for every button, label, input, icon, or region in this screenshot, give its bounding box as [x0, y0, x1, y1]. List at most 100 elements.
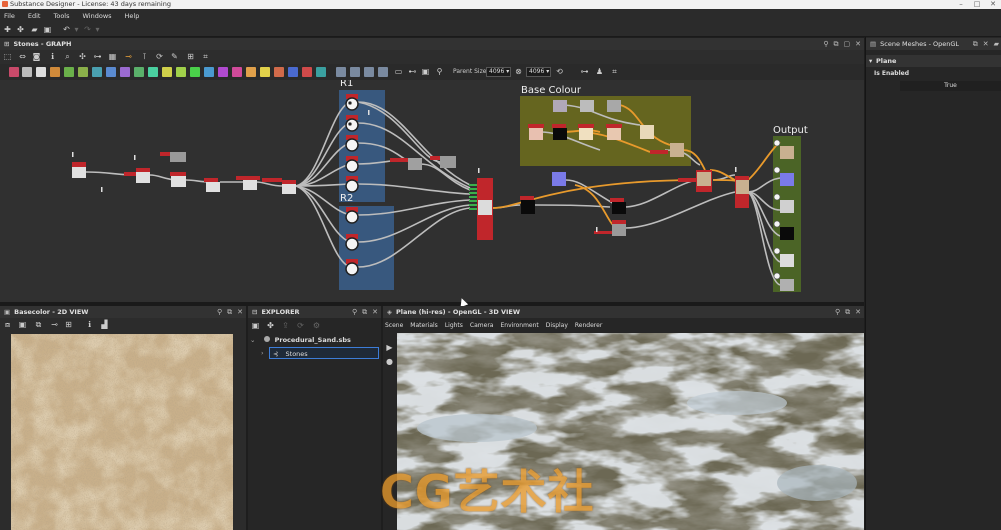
comment-bubble-icon[interactable]: ▭	[394, 67, 403, 77]
maximize-panel-icon[interactable]: ▢	[844, 40, 851, 48]
graph-canvas[interactable]: R1 R2 Base Colour Output	[0, 80, 864, 302]
menu-materials[interactable]: Materials	[410, 320, 438, 331]
atom-fxmap-icon[interactable]	[232, 67, 242, 77]
atom-blend-icon[interactable]	[78, 67, 88, 77]
refresh-icon[interactable]: ⟳	[155, 52, 164, 61]
atom-gradient-icon[interactable]	[162, 67, 172, 77]
hierarchy-icon[interactable]: ⊶	[93, 52, 102, 61]
close-panel-icon[interactable]: ✕	[855, 40, 861, 48]
close-window-icon[interactable]: ✕	[985, 0, 1001, 9]
node-graph-svg[interactable]: R1 R2 Base Colour Output	[0, 80, 864, 302]
menu-camera[interactable]: Camera	[470, 320, 494, 331]
menu-edit[interactable]: Edit	[28, 12, 41, 20]
input-slots[interactable]	[469, 184, 477, 210]
atom-curve-icon[interactable]	[134, 67, 144, 77]
atom-warp-icon[interactable]	[190, 67, 200, 77]
menu-lights[interactable]: Lights	[445, 320, 463, 331]
info-icon[interactable]: ℹ	[48, 52, 57, 61]
atom-frame-icon[interactable]	[316, 67, 326, 77]
slider-icon[interactable]: ⊷	[408, 67, 417, 77]
atom-pixel-processor-icon[interactable]	[246, 67, 256, 77]
open-folder-icon[interactable]: ▰	[30, 25, 39, 34]
redo-icon[interactable]: ↷	[83, 25, 92, 34]
frame-base-colour[interactable]	[520, 96, 691, 166]
output-size-select[interactable]: 4096 ▾	[526, 67, 551, 77]
menu-windows[interactable]: Windows	[83, 12, 112, 20]
atom-uniform-color-icon[interactable]	[64, 67, 74, 77]
explorer-close-icon[interactable]: ✕	[372, 308, 378, 316]
maximize-icon[interactable]: □	[969, 0, 985, 9]
save-icon[interactable]: ▣	[43, 25, 52, 34]
new-package-icon[interactable]: ✚	[3, 25, 12, 34]
view3d-close-icon[interactable]: ✕	[855, 308, 861, 316]
atom-text-icon[interactable]	[36, 67, 46, 77]
menu-file[interactable]: File	[4, 12, 15, 20]
new-graph-icon[interactable]: ✤	[16, 25, 25, 34]
atom-pin-icon[interactable]	[336, 67, 346, 77]
redo-dropdown-icon[interactable]: ▾	[93, 25, 102, 34]
atom-switch-icon[interactable]	[378, 67, 388, 77]
atom-graph-instance-icon[interactable]	[364, 67, 374, 77]
menu-scene[interactable]: Scene	[385, 320, 403, 331]
explorer-new-icon[interactable]: ▣	[251, 321, 260, 330]
pin-node-icon[interactable]: ⚲	[435, 67, 444, 77]
menu-environment[interactable]: Environment	[500, 320, 538, 331]
light-bulb-icon[interactable]: ●	[385, 357, 394, 366]
view2d-info-icon[interactable]: ℹ	[85, 320, 94, 329]
view2d-save-icon[interactable]: ▣	[18, 320, 27, 329]
atom-svg-icon[interactable]	[22, 67, 32, 77]
atom-normal-icon[interactable]	[204, 67, 214, 77]
undo-icon[interactable]: ↶	[62, 25, 71, 34]
frame-all-icon[interactable]: ⇔	[18, 52, 27, 61]
expand-arrow-icon[interactable]: ⌄	[250, 336, 255, 344]
align-icon[interactable]: ⊞	[186, 52, 195, 61]
pin-icon[interactable]: ⚲	[823, 40, 828, 48]
menu-tools[interactable]: Tools	[53, 12, 69, 20]
view2d-float-icon[interactable]: ⧉	[227, 308, 232, 317]
link-orange-icon[interactable]: ⊸	[124, 52, 133, 61]
explorer-add-icon[interactable]: ✤	[266, 321, 275, 330]
atom-blur-icon[interactable]	[92, 67, 102, 77]
menu-display[interactable]: Display	[546, 320, 568, 331]
camera-view-icon[interactable]: ▶	[385, 343, 394, 352]
node-preview-icon[interactable]: ▣	[421, 67, 430, 77]
graph-row-stones[interactable]: ⊰ Stones	[269, 347, 379, 359]
graph-settings-icon[interactable]: ⬚	[3, 52, 12, 61]
atom-comment-icon[interactable]	[302, 67, 312, 77]
atom-font-icon[interactable]	[50, 67, 60, 77]
atom-emboss-icon[interactable]	[218, 67, 228, 77]
plane-section[interactable]: ▾ Plane	[866, 55, 1001, 67]
view-toggle-icon[interactable]: ⊶	[580, 67, 589, 77]
explorer-refresh-icon[interactable]: ⟳	[296, 321, 305, 330]
view2d-tile-icon[interactable]: ⊞	[64, 320, 73, 329]
view3d-float-icon[interactable]: ⧉	[845, 308, 850, 317]
view2d-pin-icon[interactable]: ⚲	[217, 308, 222, 316]
menu-help[interactable]: Help	[125, 12, 140, 20]
explorer-settings-icon[interactable]: ⚙	[312, 321, 321, 330]
view2d-close-icon[interactable]: ✕	[237, 308, 243, 316]
is-enabled-value[interactable]: True	[900, 81, 1001, 91]
package-row[interactable]: ⌄ Procedural_Sand.sbs	[250, 334, 380, 346]
search-icon[interactable]: ⌕	[63, 52, 72, 61]
collapse-arrow-icon[interactable]: ▾	[869, 55, 872, 67]
parent-size-select[interactable]: 4096 ▾	[486, 67, 511, 77]
view3d-pin-icon[interactable]: ⚲	[835, 308, 840, 316]
histogram-icon[interactable]: ▟	[100, 320, 109, 329]
menu-renderer[interactable]: Renderer	[575, 320, 602, 331]
float-icon[interactable]: ⧉	[834, 40, 839, 49]
explorer-pin-icon[interactable]: ⚲	[352, 308, 357, 316]
scene-float-icon[interactable]: ⧉	[973, 40, 978, 49]
atom-shuffle-icon[interactable]	[106, 67, 116, 77]
crop-tool-icon[interactable]: ⌗	[610, 67, 619, 77]
person-icon[interactable]: ♟	[595, 67, 604, 77]
pivot-icon[interactable]: ⊺	[140, 52, 149, 61]
connect-icon[interactable]: ✣	[78, 52, 87, 61]
view2d-channels-icon[interactable]: ⊸	[50, 320, 59, 329]
explorer-float-icon[interactable]: ⧉	[362, 308, 367, 317]
minimize-icon[interactable]: –	[953, 0, 969, 9]
atom-bitmap-icon[interactable]	[9, 67, 19, 77]
grid-icon[interactable]: ▦	[108, 52, 117, 61]
atom-transform-icon[interactable]	[176, 67, 186, 77]
atom-levels-icon[interactable]	[120, 67, 130, 77]
crop-icon[interactable]: ⌗	[201, 52, 210, 61]
